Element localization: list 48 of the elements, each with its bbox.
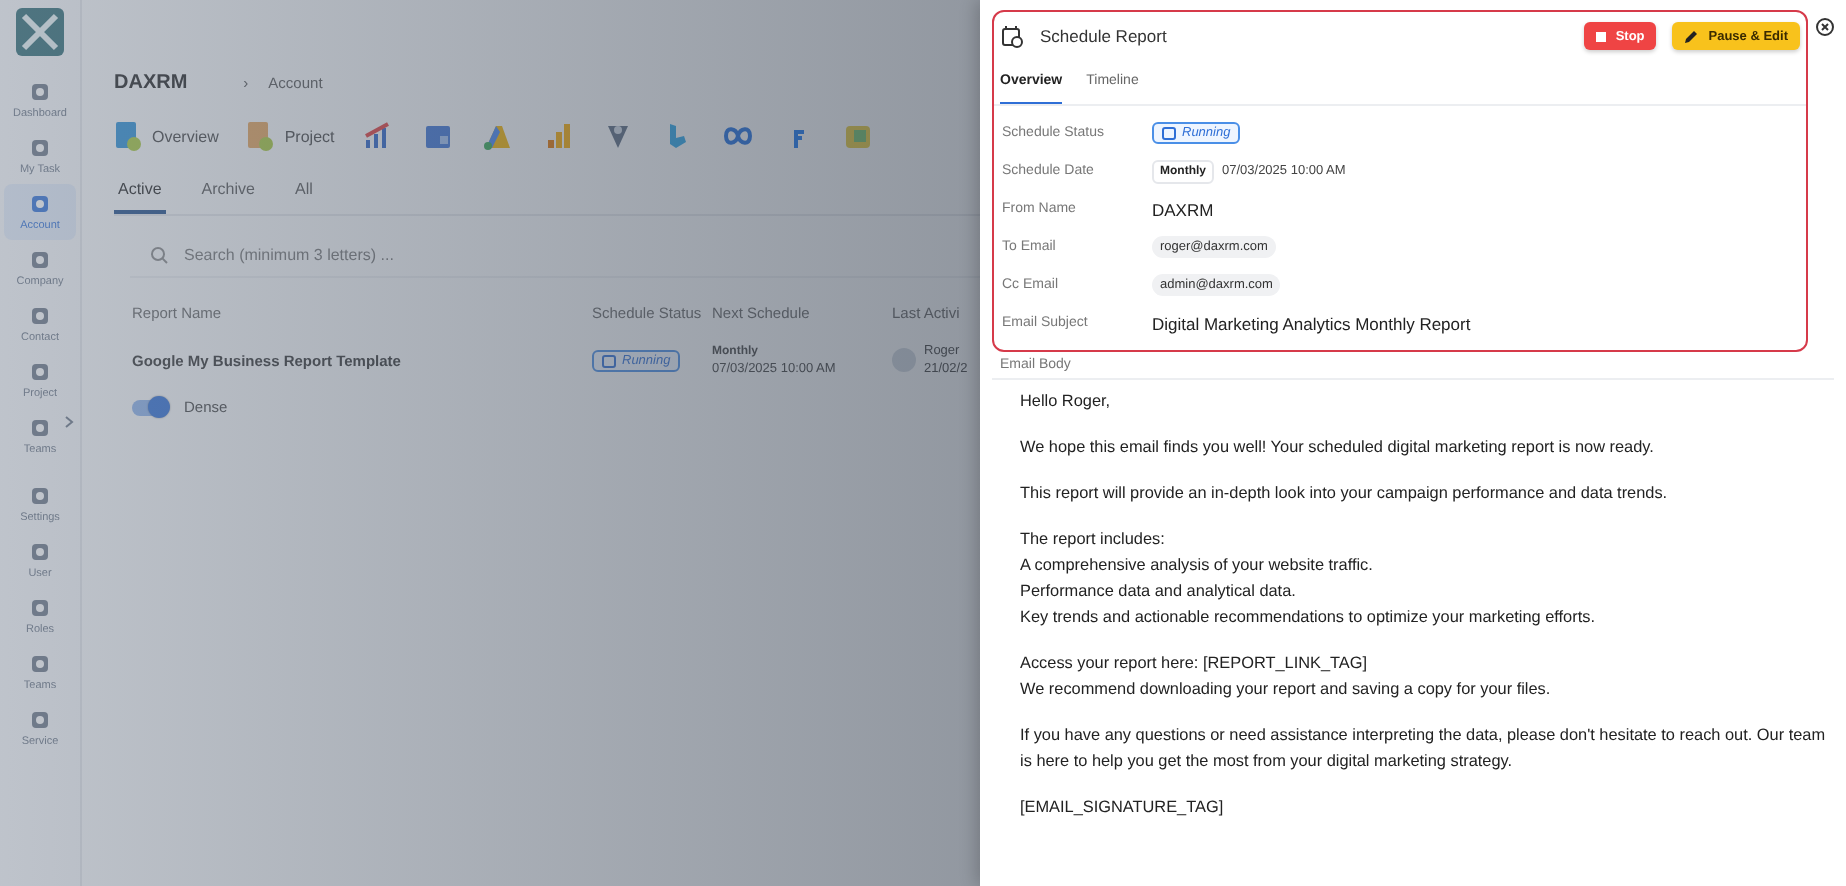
nav-link[interactable]: Project [246,120,335,152]
sidebar-icon [28,484,52,508]
tab[interactable]: All [290,166,317,214]
field-value: Digital Marketing Analytics Monthly Report [1152,313,1473,333]
email-text: This report will provide an in-depth look into your campaign performance and data trends. [1020,482,1670,506]
email-text: We hope this email finds you well! Your scheduled digital marketing report is now ready. [1020,436,1656,460]
sidebar-icon [28,248,52,272]
chart-icon[interactable] [362,120,395,152]
sidebar-icon [28,540,52,564]
sidebar-icon [28,360,52,384]
sidebar-icon [28,80,52,104]
app-logo[interactable] [16,8,64,56]
dense-toggle[interactable] [132,399,168,415]
search-field[interactable]: Search (minimum 3 letters) ... [180,243,708,265]
email-text: Key trends and actionable recommendations to optimize your marketing efforts. [1020,606,1597,630]
tab[interactable]: Active [114,166,166,214]
email-text: Access your report here: [REPORT_LINK_TAG] [1020,652,1370,676]
triangle-logo-icon[interactable] [482,120,515,152]
email-text: The report includes: [1020,528,1167,552]
email-text: [EMAIL_SIGNATURE_TAG] [1020,796,1226,820]
sidebar-icon [28,652,52,676]
calendar-clock-icon [1002,25,1024,47]
sidebar-icon [28,192,52,216]
sidebar-icon [28,416,52,440]
clipboard-icon [246,120,275,152]
email-text: Hello Roger, [1020,390,1113,414]
sidebar-icon [28,304,52,328]
email-text: We recommend downloading your report and saving a copy for your files. [1020,678,1553,702]
brand-name: DAXRM [114,71,188,93]
calendar-icon [1162,126,1176,140]
email-text: A comprehensive analysis of your website traffic. [1020,554,1375,578]
stop-icon [1595,31,1606,41]
calendar-icon [602,353,616,367]
document-icon [114,120,142,152]
tab[interactable]: Archive [197,166,259,214]
email-text: is here to help you get the most from your digital marketing strategy. [1020,750,1515,774]
sidebar-icon [28,596,52,620]
search-icon [150,245,168,263]
bar-chart-icon[interactable] [542,120,575,152]
field-value: DAXRM [1152,199,1216,219]
email-text: If you have any questions or need assistance interpreting the data, please don't hesitate to reach out. Our team [1020,724,1828,748]
sidebar-icon [28,708,52,732]
sidebar-icon [28,136,52,160]
email-text: Performance data and analytical data. [1020,580,1298,604]
nav-link[interactable]: Overview [114,120,219,152]
pencil-icon [1684,29,1699,43]
close-icon[interactable] [1816,18,1834,36]
drawer-title: Schedule Report [1040,26,1169,46]
